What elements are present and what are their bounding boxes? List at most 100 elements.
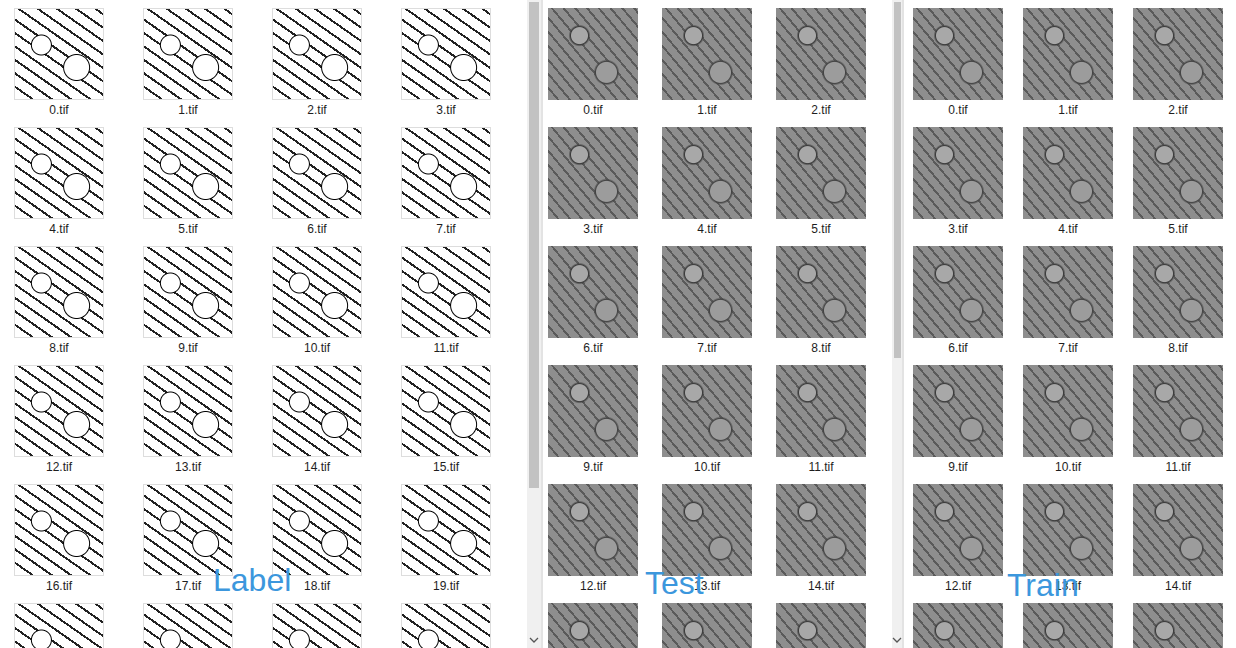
file-item[interactable]: 5.tif bbox=[776, 127, 866, 246]
file-item[interactable] bbox=[272, 603, 362, 648]
file-item[interactable]: 8.tif bbox=[14, 246, 104, 365]
file-item[interactable]: 5.tif bbox=[1133, 127, 1223, 246]
scrollbar-thumb[interactable] bbox=[529, 2, 539, 488]
thumbnail bbox=[776, 365, 866, 457]
file-item[interactable]: 14.tif bbox=[776, 484, 866, 603]
scrollbar[interactable] bbox=[892, 0, 902, 648]
file-item[interactable]: 4.tif bbox=[662, 127, 752, 246]
file-item[interactable]: 2.tif bbox=[776, 8, 866, 127]
file-item[interactable]: 7.tif bbox=[1023, 246, 1113, 365]
file-item[interactable]: 12.tif bbox=[548, 484, 638, 603]
file-item[interactable]: 6.tif bbox=[548, 246, 638, 365]
file-name: 10.tif bbox=[694, 460, 720, 474]
file-name: 4.tif bbox=[1058, 222, 1077, 236]
file-name: 4.tif bbox=[697, 222, 716, 236]
file-item[interactable]: 6.tif bbox=[913, 246, 1003, 365]
thumbnail bbox=[272, 127, 362, 219]
file-item[interactable] bbox=[662, 603, 752, 648]
thumbnail-grid: 0.tif 1.tif 2.tif 3.tif 4.tif 5.tif 6.ti… bbox=[0, 0, 527, 648]
file-item[interactable] bbox=[548, 603, 638, 648]
file-item[interactable] bbox=[1023, 603, 1113, 648]
file-item[interactable]: 19.tif bbox=[401, 484, 491, 603]
file-item[interactable]: 3.tif bbox=[401, 8, 491, 127]
file-name: 8.tif bbox=[49, 341, 68, 355]
folder-pane: 0.tif 1.tif 2.tif 3.tif 4.tif 5.tif 6.ti… bbox=[0, 0, 527, 648]
file-item[interactable]: 5.tif bbox=[143, 127, 233, 246]
file-item[interactable]: 9.tif bbox=[913, 365, 1003, 484]
thumbnail bbox=[913, 8, 1003, 100]
file-item[interactable]: 14.tif bbox=[1133, 484, 1223, 603]
file-item[interactable]: 8.tif bbox=[1133, 246, 1223, 365]
file-item[interactable]: 3.tif bbox=[548, 127, 638, 246]
file-item[interactable]: 11.tif bbox=[1133, 365, 1223, 484]
file-item[interactable]: 1.tif bbox=[662, 8, 752, 127]
thumbnail bbox=[272, 246, 362, 338]
thumbnail bbox=[401, 365, 491, 457]
file-item[interactable]: 10.tif bbox=[272, 246, 362, 365]
thumbnail bbox=[1023, 246, 1113, 338]
file-item[interactable] bbox=[143, 603, 233, 648]
file-item[interactable]: 0.tif bbox=[548, 8, 638, 127]
thumbnail bbox=[776, 8, 866, 100]
file-item[interactable]: 3.tif bbox=[913, 127, 1003, 246]
thumbnail bbox=[662, 603, 752, 648]
thumbnail bbox=[401, 8, 491, 100]
file-item[interactable]: 6.tif bbox=[272, 127, 362, 246]
file-item[interactable]: 9.tif bbox=[143, 246, 233, 365]
file-item[interactable]: 1.tif bbox=[143, 8, 233, 127]
scrollbar-thumb[interactable] bbox=[894, 2, 901, 358]
file-item[interactable]: 11.tif bbox=[401, 246, 491, 365]
scroll-down-arrow-icon[interactable] bbox=[529, 636, 539, 644]
file-item[interactable]: 8.tif bbox=[776, 246, 866, 365]
thumbnail bbox=[913, 365, 1003, 457]
file-name: 12.tif bbox=[945, 579, 971, 593]
pane-divider[interactable] bbox=[902, 0, 904, 648]
scroll-down-arrow-icon[interactable] bbox=[892, 636, 902, 644]
thumbnail bbox=[272, 8, 362, 100]
scrollbar[interactable] bbox=[527, 0, 541, 648]
thumbnail bbox=[14, 365, 104, 457]
file-item[interactable]: 14.tif bbox=[272, 365, 362, 484]
file-item[interactable] bbox=[1133, 603, 1223, 648]
file-item[interactable] bbox=[401, 603, 491, 648]
file-item[interactable]: 4.tif bbox=[14, 127, 104, 246]
file-name: 19.tif bbox=[433, 579, 459, 593]
file-item[interactable]: 10.tif bbox=[662, 365, 752, 484]
file-item[interactable]: 12.tif bbox=[14, 365, 104, 484]
file-item[interactable] bbox=[776, 603, 866, 648]
file-item[interactable]: 4.tif bbox=[1023, 127, 1113, 246]
thumbnail bbox=[401, 246, 491, 338]
file-name: 0.tif bbox=[583, 103, 602, 117]
file-item[interactable]: 2.tif bbox=[1133, 8, 1223, 127]
file-item[interactable]: 7.tif bbox=[401, 127, 491, 246]
file-item[interactable] bbox=[913, 603, 1003, 648]
file-name: 9.tif bbox=[948, 460, 967, 474]
thumbnail bbox=[143, 365, 233, 457]
file-item[interactable] bbox=[14, 603, 104, 648]
file-item[interactable]: 2.tif bbox=[272, 8, 362, 127]
thumbnail bbox=[14, 484, 104, 576]
file-item[interactable]: 15.tif bbox=[401, 365, 491, 484]
file-item[interactable]: 9.tif bbox=[548, 365, 638, 484]
folder-overlay-label: Label bbox=[213, 560, 291, 600]
file-name: 14.tif bbox=[808, 579, 834, 593]
file-item[interactable]: 11.tif bbox=[776, 365, 866, 484]
file-item[interactable]: 13.tif bbox=[143, 365, 233, 484]
file-name: 14.tif bbox=[304, 460, 330, 474]
file-name: 13.tif bbox=[175, 460, 201, 474]
file-item[interactable]: 10.tif bbox=[1023, 365, 1113, 484]
file-name: 1.tif bbox=[1058, 103, 1077, 117]
file-item[interactable]: 0.tif bbox=[14, 8, 104, 127]
explorer-window: 0.tif 1.tif 2.tif 3.tif 4.tif 5.tif 6.ti… bbox=[0, 0, 1236, 648]
file-item[interactable]: 0.tif bbox=[913, 8, 1003, 127]
thumbnail bbox=[1023, 8, 1113, 100]
file-item[interactable]: 16.tif bbox=[14, 484, 104, 603]
thumbnail bbox=[1133, 246, 1223, 338]
thumbnail bbox=[548, 8, 638, 100]
pane-divider[interactable] bbox=[541, 0, 543, 648]
thumbnail bbox=[913, 484, 1003, 576]
file-item[interactable]: 12.tif bbox=[913, 484, 1003, 603]
file-item[interactable]: 7.tif bbox=[662, 246, 752, 365]
thumbnail bbox=[548, 127, 638, 219]
file-item[interactable]: 1.tif bbox=[1023, 8, 1113, 127]
